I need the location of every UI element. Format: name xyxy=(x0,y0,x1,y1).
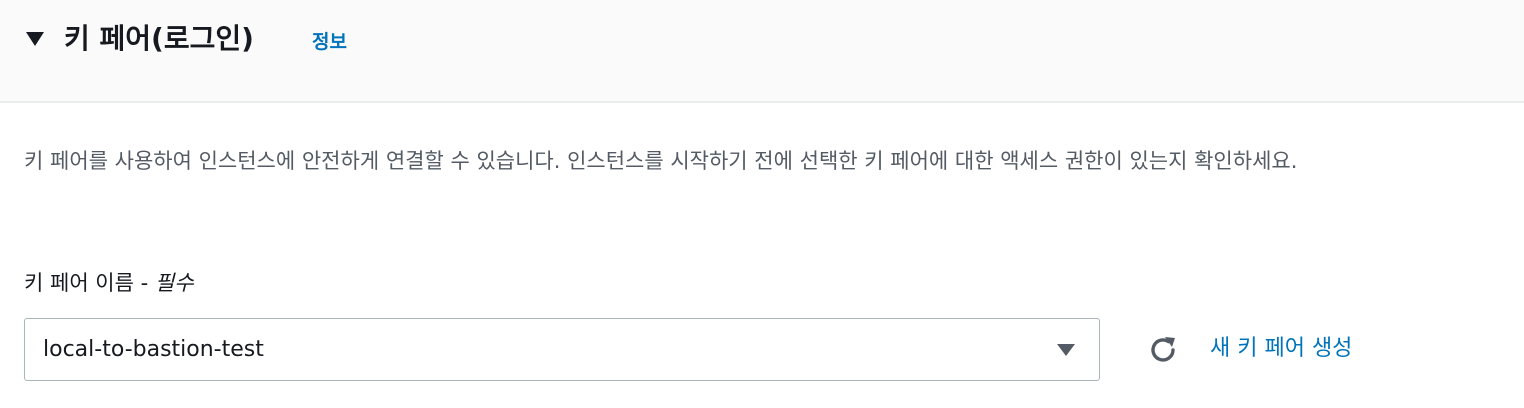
caret-down-icon[interactable] xyxy=(24,30,46,48)
section-title: 키 페어(로그인) xyxy=(64,22,254,55)
selected-key-pair: local-to-bastion-test xyxy=(43,337,264,362)
chevron-down-icon xyxy=(1055,343,1077,357)
key-pair-select[interactable]: local-to-bastion-test xyxy=(24,318,1100,381)
field-label-text: 키 페어 이름 - xyxy=(24,271,155,295)
required-marker: 필수 xyxy=(154,271,194,295)
section-header: 키 페어(로그인) 정보 xyxy=(0,0,1524,103)
create-key-pair-link[interactable]: 새 키 페어 생성 xyxy=(1210,332,1352,366)
section-description: 키 페어를 사용하여 인스턴스에 안전하게 연결할 수 있습니다. 인스턴스를 … xyxy=(24,149,1298,173)
key-pair-name-label: 키 페어 이름 - 필수 xyxy=(24,266,194,300)
refresh-icon[interactable] xyxy=(1146,333,1180,367)
info-link[interactable]: 정보 xyxy=(312,28,347,56)
key-pair-panel: 키 페어(로그인) 정보 키 페어를 사용하여 인스턴스에 안전하게 연결할 수… xyxy=(0,0,1524,408)
